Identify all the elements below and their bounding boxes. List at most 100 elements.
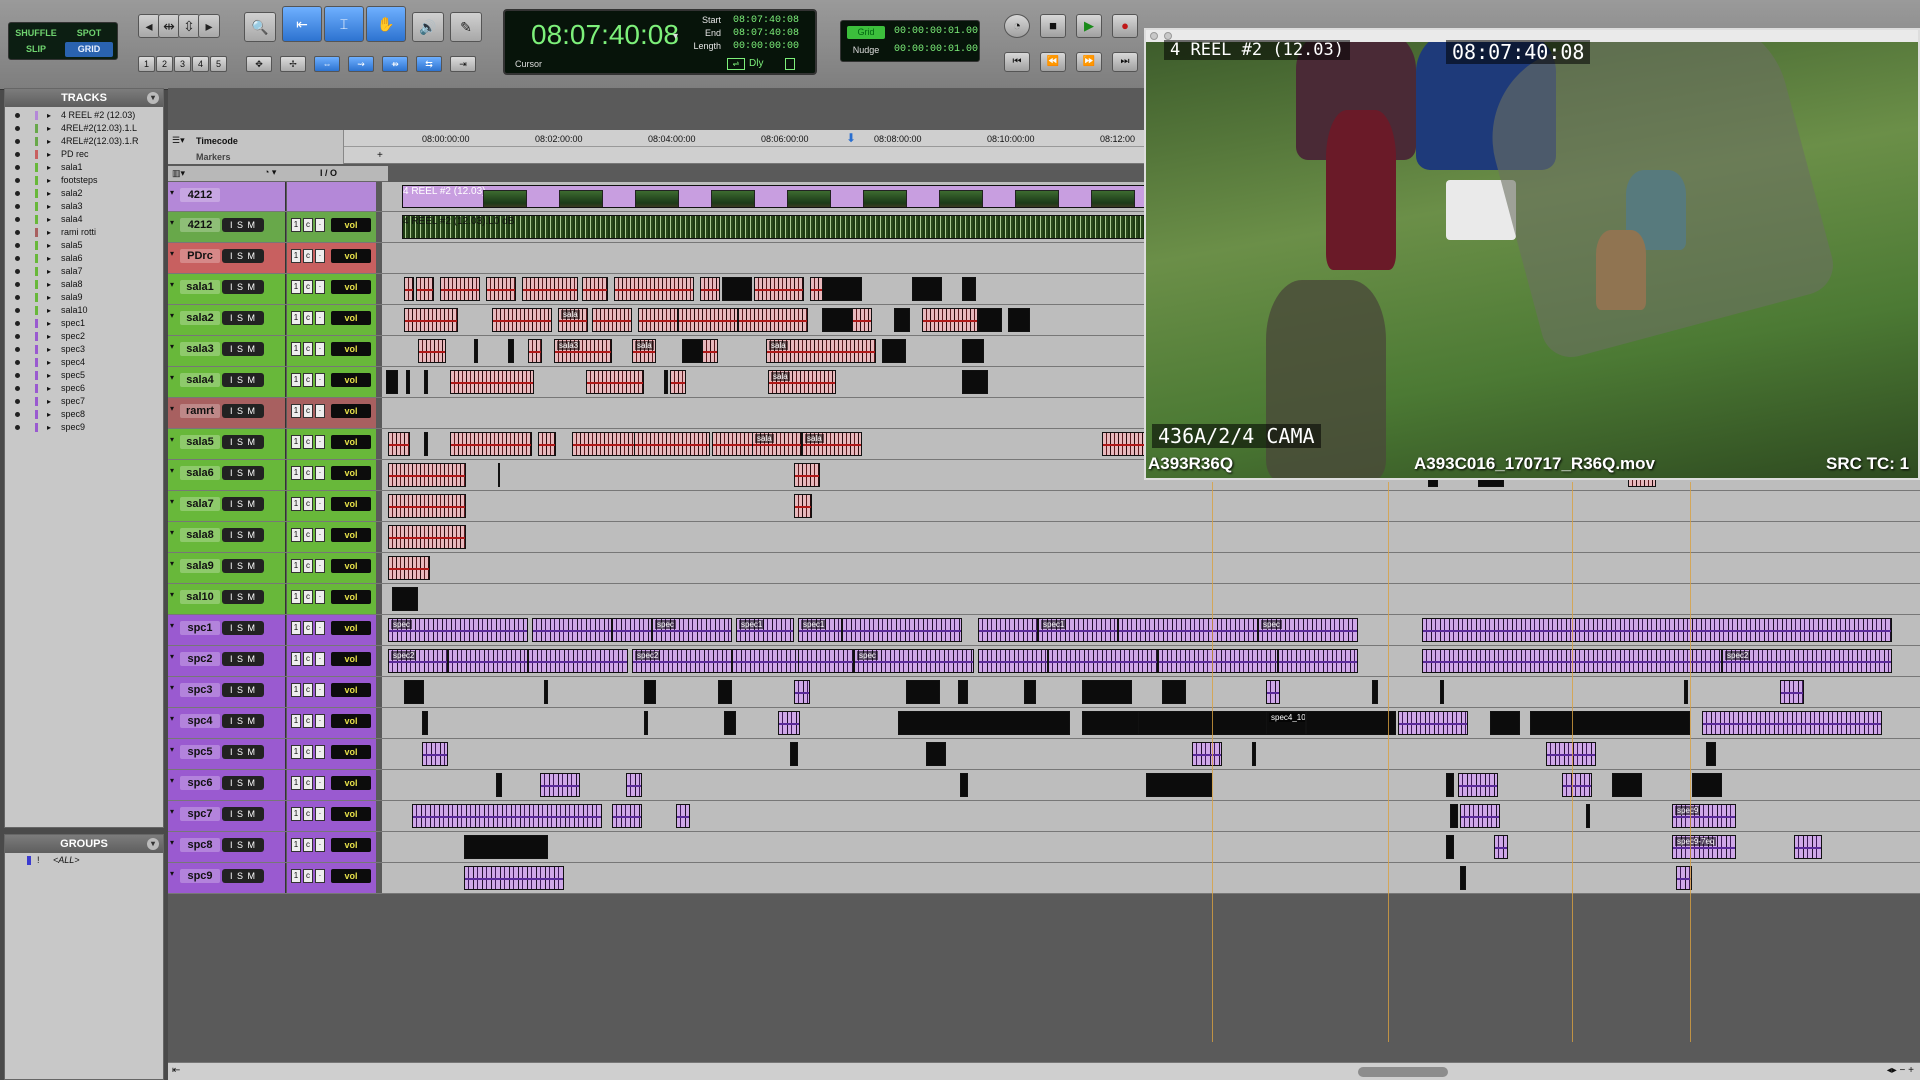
audio-clip[interactable] [450, 370, 534, 394]
track-output-selector[interactable]: c [303, 373, 313, 387]
track-view-selector[interactable]: vol [331, 714, 371, 728]
track-header[interactable]: ▾ PDrc I S M [168, 243, 286, 273]
track-automation-icon[interactable]: · [315, 652, 325, 666]
track-view-selector[interactable]: vol [331, 435, 371, 449]
audio-clip[interactable] [634, 432, 710, 456]
zoom-preset-4[interactable]: 4 [192, 56, 209, 72]
track-name[interactable]: sala2 [180, 311, 220, 325]
dly-label[interactable]: Dly [749, 58, 763, 69]
track-solo-mute-buttons[interactable]: I S M [222, 838, 264, 852]
track-solo-mute-buttons[interactable]: I S M [222, 621, 264, 635]
horizontal-scrollbar[interactable]: ⇤ ◂▸ − + [168, 1062, 1920, 1080]
tracklist-item[interactable]: ▸ sala3 [5, 200, 163, 213]
audio-clip[interactable] [486, 277, 516, 301]
tracklist-item[interactable]: ▸ sala4 [5, 213, 163, 226]
track-name[interactable]: sala5 [180, 435, 220, 449]
track-name[interactable]: 4212 [180, 218, 220, 232]
audio-clip[interactable] [386, 370, 398, 394]
track-expand-icon[interactable]: ▸ [47, 135, 51, 148]
track-solo-mute-buttons[interactable]: I S M [222, 373, 264, 387]
zoom-in-horizontal-icon[interactable]: ▸ [198, 14, 220, 38]
track-visible-icon[interactable] [15, 347, 20, 352]
track-automation-icon[interactable]: · [315, 497, 325, 511]
audio-clip[interactable] [670, 370, 686, 394]
grid-value[interactable]: 00:00:00:01.00 [894, 26, 978, 37]
track-select-icon[interactable]: ▾ [170, 188, 174, 197]
audio-clip[interactable] [498, 463, 500, 487]
track-input-selector[interactable]: 1 [291, 466, 301, 480]
audio-clip[interactable]: spec1 [1038, 618, 1118, 642]
track-name[interactable]: sala9 [180, 559, 220, 573]
audio-clip[interactable] [718, 680, 732, 704]
audio-clip[interactable] [496, 773, 502, 797]
track-output-selector[interactable]: c [303, 869, 313, 883]
end-value[interactable]: 08:07:40:08 [733, 28, 799, 39]
audio-clip[interactable] [922, 308, 978, 332]
audio-clip[interactable] [894, 308, 910, 332]
track-name[interactable]: spc1 [180, 621, 220, 635]
audio-clip[interactable] [724, 711, 736, 735]
audio-clip[interactable] [544, 680, 548, 704]
track-name[interactable]: sala4 [180, 373, 220, 387]
nudge-value[interactable]: 00:00:00:01.00 [894, 44, 978, 55]
track-output-selector[interactable]: c [303, 807, 313, 821]
audio-clip[interactable] [388, 494, 466, 518]
track-automation-icon[interactable]: · [315, 435, 325, 449]
track-view-selector[interactable]: vol [331, 497, 371, 511]
track-expand-icon[interactable]: ▸ [47, 304, 51, 317]
audio-clip[interactable] [962, 277, 976, 301]
audio-clip[interactable] [926, 742, 946, 766]
return-to-zero-icon[interactable]: ⏮ [1004, 52, 1030, 72]
track-visible-icon[interactable] [15, 399, 20, 404]
insertion-follows-icon[interactable]: ⇝ [348, 56, 374, 72]
audio-clip[interactable] [626, 773, 642, 797]
track-name[interactable]: spc4 [180, 714, 220, 728]
track-input-selector[interactable]: 1 [291, 807, 301, 821]
audio-clip[interactable] [448, 649, 528, 673]
track-select-icon[interactable]: ▾ [170, 342, 174, 351]
track-name[interactable]: sala8 [180, 528, 220, 542]
audio-clip[interactable] [1460, 804, 1500, 828]
track-visible-icon[interactable] [15, 373, 20, 378]
audio-clip[interactable] [644, 711, 648, 735]
audio-clip[interactable] [528, 339, 542, 363]
track-input-selector[interactable]: 1 [291, 838, 301, 852]
audio-clip[interactable] [898, 711, 1070, 735]
track-solo-mute-buttons[interactable]: I S M [222, 745, 264, 759]
audio-clip[interactable] [416, 277, 434, 301]
mode-slip[interactable]: SLIP [12, 42, 60, 57]
audio-clip[interactable]: spec2 [632, 649, 732, 673]
audio-clip[interactable] [440, 277, 480, 301]
track-select-icon[interactable]: ▾ [170, 497, 174, 506]
track-view-selector[interactable]: vol [331, 559, 371, 573]
track-automation-icon[interactable]: · [315, 590, 325, 604]
audio-clip[interactable] [612, 618, 652, 642]
track-automation-icon[interactable]: · [315, 621, 325, 635]
track-automation-icon[interactable]: · [315, 528, 325, 542]
track-select-icon[interactable]: ▾ [170, 466, 174, 475]
audio-clip[interactable]: spec1 [798, 618, 842, 642]
track-output-selector[interactable]: c [303, 435, 313, 449]
zoom-out-horizontal-icon[interactable]: ◂ [138, 14, 160, 38]
audio-clip[interactable] [794, 494, 812, 518]
track-input-selector[interactable]: 1 [291, 621, 301, 635]
tracklist-item[interactable]: ▸ PD rec [5, 148, 163, 161]
main-counter-value[interactable]: 08:07:40:08 [531, 19, 679, 51]
audio-clip[interactable] [1162, 680, 1186, 704]
track-automation-icon[interactable]: · [315, 869, 325, 883]
track-solo-mute-buttons[interactable]: I S M [222, 807, 264, 821]
audio-clip[interactable] [582, 277, 608, 301]
audio-clip[interactable] [912, 277, 942, 301]
track-view-selector[interactable]: vol [331, 621, 371, 635]
track-select-icon[interactable]: ▾ [170, 590, 174, 599]
scrubber-tool-icon[interactable]: 🔊 [412, 12, 444, 42]
audio-clip[interactable] [1048, 649, 1158, 673]
audio-clip[interactable] [406, 370, 410, 394]
track-automation-icon[interactable]: · [315, 249, 325, 263]
track-output-selector[interactable]: c [303, 249, 313, 263]
link-edit-icon[interactable]: ✢ [280, 56, 306, 72]
zoom-preset-1[interactable]: 1 [138, 56, 155, 72]
track-view-selector[interactable]: vol [331, 776, 371, 790]
track-output-selector[interactable]: c [303, 652, 313, 666]
audio-clip[interactable] [1278, 649, 1358, 673]
